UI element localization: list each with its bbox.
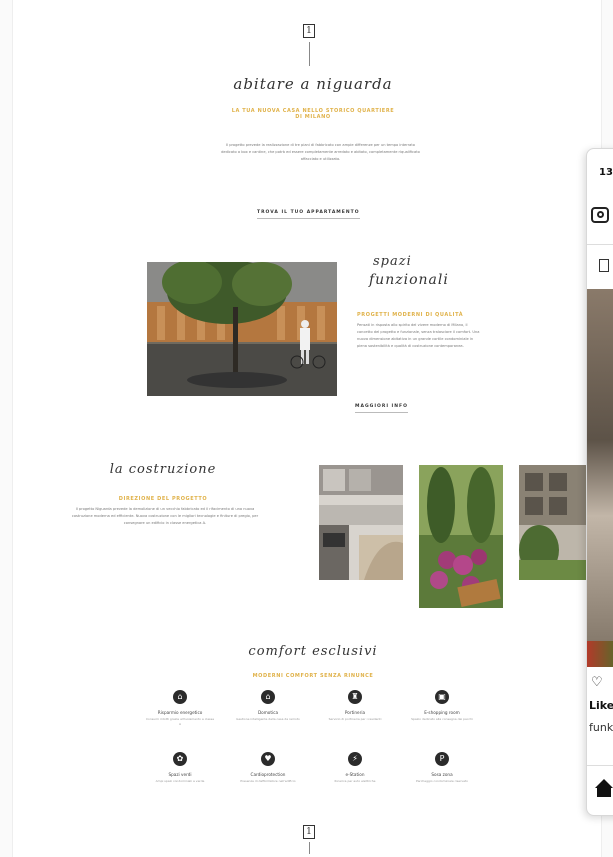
hero-paragraph: Il progetto prevede la realizzazione di … (221, 143, 420, 161)
kitchen-photo (319, 465, 403, 580)
logo-mark[interactable]: 1 (303, 24, 315, 38)
feature-energy-saving: ⌂ Risparmio energetico Consumi ridotti g… (145, 690, 215, 726)
comfort-title: comfort esclusivi (248, 644, 378, 659)
courtyard-photo (147, 262, 337, 396)
hero-subtitle: LA TUA NUOVA CASA NELLO STORICO QUARTIER… (231, 108, 395, 120)
spazi-title-line1: spazi (373, 254, 412, 269)
concierge-icon: ♜ (348, 690, 362, 704)
likes-text: Like (589, 699, 613, 712)
garden-photo (419, 465, 503, 608)
green-space-icon: ✿ (173, 752, 187, 766)
footer-divider-line (309, 842, 310, 854)
spazi-title-line2: funzionali (369, 272, 449, 288)
smart-home-icon: ⌂ (261, 690, 275, 704)
more-info-link[interactable]: MAGGIORI INFO (355, 404, 408, 413)
feature-eshopping-room: ▣ E-shopping room Spazio dedicato alla c… (411, 690, 473, 721)
costruzione-title: la costruzione (109, 462, 217, 477)
spazi-paragraph: Pensati in risposta allo spirito del viv… (357, 323, 480, 348)
feature-estation: ⚡ e-Station Ricarica per auto elettriche (334, 752, 376, 783)
feature-concierge: ♜ Portineria Servizio di portineria per … (328, 690, 382, 721)
profile-logo-mark (599, 259, 609, 272)
find-apartment-link[interactable]: TROVA IL TUO APPARTAMENTO (257, 210, 360, 219)
house-leaf-icon: ⌂ (173, 690, 187, 704)
package-icon: ▣ (435, 690, 449, 704)
phone-status-time: 13 (599, 167, 613, 178)
phone-screenshot-overlay: 13 ♡ Like funk (586, 148, 613, 816)
landing-page: 1 abitare a niguarda LA TUA NUOVA CASA N… (12, 0, 603, 857)
costruzione-paragraph: Il progetto Niguarda prevede la demolizi… (71, 507, 259, 525)
feature-domotics: ⌂ Domotica Gestione intelligente della c… (236, 690, 300, 721)
caption-text: funk (589, 721, 613, 734)
spazi-subtitle: PROGETTI MODERNI DI QUALITÀ (357, 312, 464, 318)
post-image[interactable] (587, 289, 613, 667)
divider-line (309, 42, 310, 66)
charging-station-icon: ⚡ (348, 752, 362, 766)
parking-icon: P (435, 752, 449, 766)
footer-logo-mark[interactable]: 1 (303, 825, 315, 839)
like-heart-icon[interactable]: ♡ (591, 675, 603, 690)
camera-icon[interactable] (591, 207, 609, 223)
costruzione-subtitle: DIREZIONE DEL PROGETTO (118, 496, 208, 502)
feature-cardioprotection: ♥ Cardioprotection Presenza di defibrill… (240, 752, 296, 783)
hero-title: abitare a niguarda (233, 75, 393, 93)
comfort-subtitle: MODERNI COMFORT SENZA RINUNCE (252, 673, 374, 679)
home-icon[interactable] (595, 779, 613, 788)
feature-green-spaces: ✿ Spazi verdi Ampi spazi condominiali a … (155, 752, 205, 783)
feature-parking: P Sosa zona Parcheggio condominiale rise… (416, 752, 468, 783)
heart-protection-icon: ♥ (261, 752, 275, 766)
